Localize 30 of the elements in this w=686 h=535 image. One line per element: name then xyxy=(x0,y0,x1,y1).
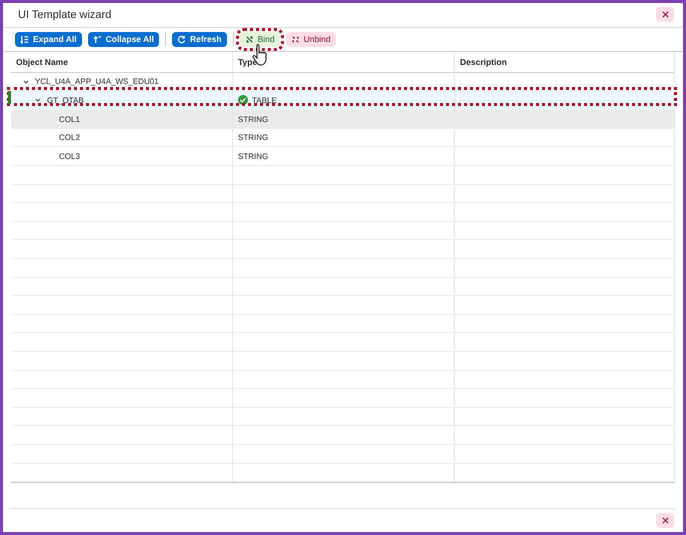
object-name: COL3 xyxy=(59,152,80,161)
object-name: GT_OTAB xyxy=(47,96,84,105)
tree-row[interactable]: COL2 xyxy=(11,128,233,148)
expand-list-icon xyxy=(20,34,29,44)
expand-caret-icon[interactable] xyxy=(23,78,31,85)
object-type: STRING xyxy=(238,114,268,124)
object-type: STRING xyxy=(238,133,268,142)
object-type: STRING xyxy=(238,152,268,161)
object-name: COL2 xyxy=(59,133,80,142)
close-button[interactable] xyxy=(656,7,674,22)
unbind-button[interactable]: Unbind xyxy=(286,32,336,47)
broken-link-icon xyxy=(290,34,300,44)
collapse-arrow-icon xyxy=(92,34,102,44)
collapse-button[interactable]: Collapse All xyxy=(88,32,159,47)
bind-button[interactable]: Bind xyxy=(240,32,280,47)
link-icon xyxy=(244,34,254,44)
object-name: COL1 xyxy=(59,114,80,124)
tree-row[interactable]: COL3 xyxy=(11,147,233,166)
window-title: UI Template wizard xyxy=(18,8,112,21)
refresh-icon xyxy=(176,34,186,44)
close-button[interactable] xyxy=(656,513,674,528)
expand-button[interactable]: Expand All xyxy=(15,32,82,47)
close-icon xyxy=(662,11,668,18)
tree-row[interactable]: COL1 xyxy=(11,110,233,129)
object-name: YCL_U4A_APP_U4A_WS_EDU01 xyxy=(35,77,159,86)
expand-caret-icon[interactable] xyxy=(35,97,43,104)
object-type: TABLE xyxy=(252,96,277,105)
close-icon xyxy=(662,517,668,524)
tree-row[interactable]: YCL_U4A_APP_U4A_WS_EDU01 xyxy=(11,73,233,92)
refresh-button[interactable]: Refresh xyxy=(172,32,227,47)
